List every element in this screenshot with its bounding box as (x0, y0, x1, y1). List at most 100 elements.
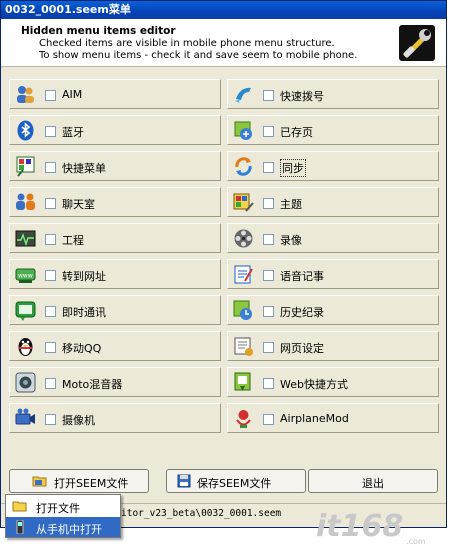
item-label: 网页设定 (280, 342, 324, 355)
svg-text:.com: .com (406, 537, 426, 546)
engineering-icon (14, 227, 37, 250)
airplane-mode-icon (232, 407, 255, 430)
exit-label: 退出 (362, 477, 384, 490)
item-checkbox[interactable] (263, 234, 274, 245)
item-label: 摄像机 (62, 414, 95, 427)
item-checkbox[interactable] (263, 162, 274, 173)
menu-item-speed-dial[interactable]: 快速拨号 (227, 79, 439, 109)
menu-item-saved-pages[interactable]: 已存页 (227, 115, 439, 145)
menu-item-moto-mixer[interactable]: Moto混音器 (9, 367, 221, 397)
menu-item-web-shortcut[interactable]: Web快捷方式 (227, 367, 439, 397)
item-checkbox[interactable] (263, 414, 274, 425)
item-checkbox[interactable] (263, 270, 274, 281)
video-record-icon (232, 227, 255, 250)
open-folder-icon (32, 474, 48, 488)
item-checkbox[interactable] (263, 306, 274, 317)
menu-item-engineering[interactable]: 工程 (9, 223, 221, 253)
chat-room-icon (14, 191, 37, 214)
menu-open-file-label: 打开文件 (36, 502, 80, 515)
open-seem-button[interactable]: 打开SEEM文件 (9, 469, 149, 493)
open-dropdown-menu: 打开文件 从手机中打开 (5, 494, 121, 538)
menu-item-goto-url[interactable]: www 转到网址 (9, 259, 221, 289)
item-label: 录像 (280, 234, 302, 247)
item-checkbox[interactable] (263, 378, 274, 389)
svg-text:www: www (18, 273, 33, 280)
exit-button[interactable]: 退出 (308, 469, 438, 493)
goto-url-icon: www (14, 263, 37, 286)
menu-item-airplane-mode[interactable]: AirplaneMod (227, 403, 439, 433)
item-checkbox[interactable] (45, 198, 56, 209)
menu-item-sync[interactable]: 同步 (227, 151, 439, 181)
item-checkbox[interactable] (45, 270, 56, 281)
menu-item-aim[interactable]: AIM (9, 79, 221, 109)
web-settings-icon (232, 335, 255, 358)
item-label: 已存页 (280, 126, 313, 139)
it168-watermark: it168 .com (310, 500, 450, 546)
editor-window: 0032_0001.seem菜单 Hidden menu items edito… (0, 0, 447, 528)
sync-icon (232, 155, 255, 178)
item-label: Web快捷方式 (280, 378, 348, 391)
save-seem-button[interactable]: 保存SEEM文件 (166, 469, 306, 493)
menu-open-file[interactable]: 打开文件 (6, 496, 120, 516)
window-title: 0032_0001.seem菜单 (5, 3, 131, 16)
menu-item-bluetooth[interactable]: 蓝牙 (9, 115, 221, 145)
tools-icon (399, 25, 435, 61)
web-shortcut-icon (232, 371, 255, 394)
menu-item-web-settings[interactable]: 网页设定 (227, 331, 439, 361)
item-label: 主题 (280, 198, 302, 211)
menu-item-history[interactable]: 历史纪录 (227, 295, 439, 325)
item-label: 蓝牙 (62, 126, 84, 139)
item-label: 聊天室 (62, 198, 95, 211)
menu-item-video-record[interactable]: 录像 (227, 223, 439, 253)
item-label: 快捷菜单 (62, 162, 106, 175)
header-description-1: Checked items are visible in mobile phon… (39, 38, 335, 49)
item-label: 历史纪录 (280, 306, 324, 319)
header-description-2: To show menu items - check it and save s… (39, 50, 358, 61)
menu-open-from-phone[interactable]: 从手机中打开 (6, 517, 120, 537)
bluetooth-icon (14, 119, 37, 142)
menu-item-themes[interactable]: 主题 (227, 187, 439, 217)
floppy-disk-icon (177, 474, 191, 488)
speed-dial-icon (232, 83, 255, 106)
qq-penguin-icon (14, 335, 37, 358)
item-checkbox[interactable] (263, 90, 274, 101)
item-checkbox[interactable] (45, 162, 56, 173)
header-panel: Hidden menu items editor Checked items a… (1, 19, 446, 67)
item-checkbox[interactable] (45, 234, 56, 245)
item-checkbox[interactable] (263, 198, 274, 209)
folder-icon (12, 499, 28, 513)
item-label: AirplaneMod (280, 412, 349, 425)
item-label: 移动QQ (62, 342, 102, 355)
history-icon (232, 299, 255, 322)
shortcut-menu-icon (14, 155, 37, 178)
open-seem-label: 打开SEEM文件 (54, 477, 129, 490)
mobile-phone-icon (12, 519, 28, 535)
menu-open-from-phone-label: 从手机中打开 (36, 523, 102, 536)
mixer-icon (14, 371, 37, 394)
menu-item-instant-message[interactable]: 即时通讯 (9, 295, 221, 325)
menu-item-chat-room[interactable]: 聊天室 (9, 187, 221, 217)
item-label: 语音记事 (280, 270, 324, 283)
menu-item-voice-memo[interactable]: 语音记事 (227, 259, 439, 289)
menu-item-mobile-qq[interactable]: 移动QQ (9, 331, 221, 361)
item-label: AIM (62, 88, 83, 101)
item-checkbox[interactable] (45, 90, 56, 101)
menu-item-shortcut-menu[interactable]: 快捷菜单 (9, 151, 221, 181)
item-label: 工程 (62, 234, 84, 247)
item-label: 即时通讯 (62, 306, 106, 319)
saved-pages-icon (232, 119, 255, 142)
item-checkbox[interactable] (263, 126, 274, 137)
voice-memo-icon (232, 263, 255, 286)
item-checkbox[interactable] (45, 126, 56, 137)
item-checkbox[interactable] (45, 414, 56, 425)
item-checkbox[interactable] (45, 342, 56, 353)
item-checkbox[interactable] (45, 378, 56, 389)
item-label: 转到网址 (62, 270, 106, 283)
menu-item-camera[interactable]: 摄像机 (9, 403, 221, 433)
item-checkbox[interactable] (45, 306, 56, 317)
item-label: 同步 (280, 159, 306, 177)
title-bar[interactable]: 0032_0001.seem菜单 (1, 1, 446, 19)
item-checkbox[interactable] (263, 342, 274, 353)
header-title: Hidden menu items editor (21, 25, 176, 37)
camera-icon (14, 407, 37, 430)
